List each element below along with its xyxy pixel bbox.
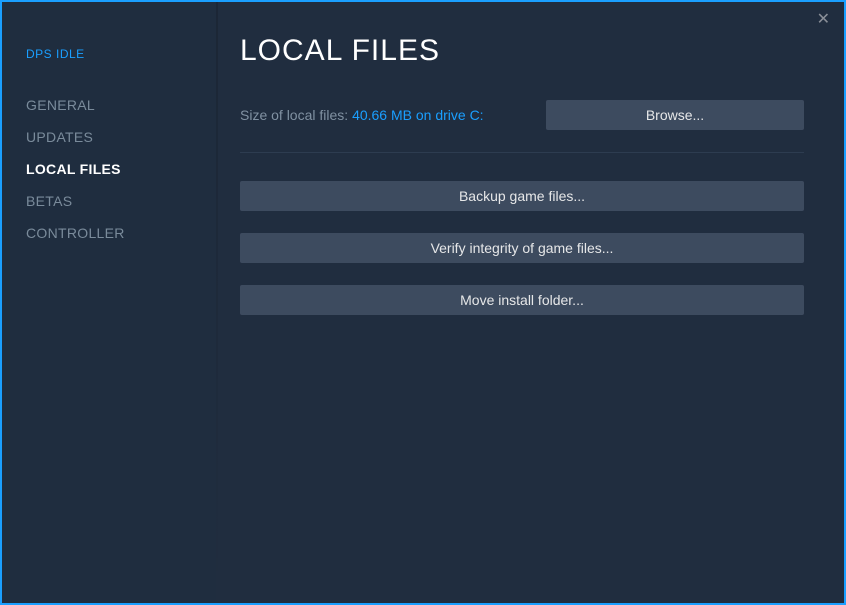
sidebar-item-general[interactable]: GENERAL [26, 89, 216, 121]
sidebar-item-updates[interactable]: UPDATES [26, 121, 216, 153]
sidebar-item-controller[interactable]: CONTROLLER [26, 217, 216, 249]
sidebar-item-local-files[interactable]: LOCAL FILES [26, 153, 216, 185]
size-value: 40.66 MB on drive C: [352, 107, 484, 123]
backup-button[interactable]: Backup game files... [240, 181, 804, 211]
browse-button[interactable]: Browse... [546, 100, 804, 130]
size-info-row: Size of local files: 40.66 MB on drive C… [240, 100, 804, 130]
size-label-container: Size of local files: 40.66 MB on drive C… [240, 107, 484, 123]
verify-button[interactable]: Verify integrity of game files... [240, 233, 804, 263]
sidebar: DPS IDLE GENERAL UPDATES LOCAL FILES BET… [2, 2, 216, 603]
divider [240, 152, 804, 153]
window-container: DPS IDLE GENERAL UPDATES LOCAL FILES BET… [2, 2, 844, 603]
close-button[interactable]: ✕ [817, 12, 830, 28]
size-label: Size of local files: [240, 107, 352, 123]
page-title: LOCAL FILES [240, 34, 804, 68]
sidebar-item-betas[interactable]: BETAS [26, 185, 216, 217]
app-title: DPS IDLE [26, 47, 216, 61]
main-content: LOCAL FILES Size of local files: 40.66 M… [216, 2, 844, 603]
move-folder-button[interactable]: Move install folder... [240, 285, 804, 315]
